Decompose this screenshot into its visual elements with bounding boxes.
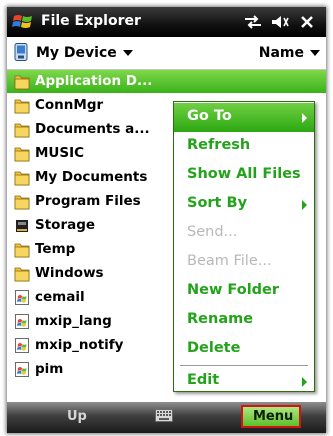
menu-softkey[interactable]: Menu [241, 405, 301, 428]
location-label: My Device [36, 45, 117, 61]
folder-icon [14, 145, 30, 162]
menu-item-delete[interactable]: Delete [174, 335, 314, 364]
menu-item-go-to[interactable]: Go To [174, 103, 314, 132]
menu-item-sort-by[interactable]: Sort By [174, 190, 314, 219]
menu-item-label: Edit [187, 372, 220, 388]
volume-icon[interactable] [270, 15, 290, 29]
file-name: mxip_lang [35, 313, 112, 329]
folder-icon [14, 169, 30, 186]
windows-file-icon [14, 337, 30, 354]
menu-item-label: Go To [187, 108, 232, 124]
context-menu: Go To Refresh Show All Files Sort By Send...… [173, 101, 315, 392]
menu-item-label: Rename [187, 311, 254, 327]
menu-item-new-folder[interactable]: New Folder [174, 277, 314, 306]
menu-item-edit[interactable]: Edit [174, 367, 314, 396]
app-title: File Explorer [41, 13, 141, 29]
menu-item-label: New Folder [187, 282, 280, 298]
menu-item-label: Show All Files [187, 166, 301, 182]
file-name: Temp [35, 241, 76, 257]
chevron-right-icon [302, 377, 307, 387]
file-name: My Documents [35, 169, 148, 185]
folder-icon [14, 97, 30, 114]
menu-item-show-all-files[interactable]: Show All Files [174, 161, 314, 190]
folder-icon [14, 241, 30, 258]
menu-item-rename[interactable]: Rename [174, 306, 314, 335]
file-name: Program Files [35, 193, 141, 209]
file-name: mxip_notify [35, 337, 124, 353]
menu-softkey-label: Menu [253, 409, 294, 424]
soft-key-bar: Up Menu [7, 402, 326, 433]
windows-file-icon [14, 313, 30, 330]
file-name: ConnMgr [35, 97, 104, 113]
file-name: MUSIC [35, 145, 85, 161]
start-logo-icon[interactable] [12, 11, 34, 33]
windows-file-icon [14, 361, 30, 378]
file-name: pim [35, 361, 64, 377]
menu-item-send: Send... [174, 219, 314, 248]
connectivity-icon[interactable] [243, 15, 263, 29]
keyboard-icon[interactable] [155, 409, 173, 422]
folder-icon [14, 73, 30, 90]
folder-icon [14, 265, 30, 282]
location-dropdown[interactable]: My Device [36, 45, 133, 61]
menu-item-label: Beam File... [187, 253, 272, 269]
file-name: Documents a... [35, 121, 150, 137]
file-name: Windows [35, 265, 104, 281]
title-bar: File Explorer [7, 7, 326, 37]
windows-file-icon [14, 289, 30, 306]
menu-item-label: Delete [187, 340, 241, 356]
device-icon [14, 43, 28, 61]
file-name: Storage [35, 217, 96, 233]
menu-item-label: Refresh [187, 137, 251, 153]
sort-dropdown[interactable]: Name [259, 45, 320, 61]
sort-label: Name [258, 45, 304, 61]
file-list-item[interactable]: Application D... [7, 70, 326, 93]
device-screen: File Explorer My Device Name Application… [7, 7, 326, 433]
chevron-down-icon [310, 50, 320, 56]
menu-item-refresh[interactable]: Refresh [174, 132, 314, 161]
folder-icon [14, 121, 30, 138]
menu-separator [180, 365, 308, 366]
up-softkey[interactable]: Up [67, 409, 87, 424]
location-bar: My Device Name [7, 37, 326, 70]
menu-item-label: Sort By [187, 195, 248, 211]
chevron-right-icon [302, 200, 307, 210]
chevron-down-icon [122, 50, 133, 56]
close-icon[interactable] [300, 15, 314, 29]
file-name: cemail [35, 289, 85, 305]
menu-item-label: Send... [187, 224, 238, 240]
folder-icon [14, 193, 30, 210]
menu-item-beam-file: Beam File... [174, 248, 314, 277]
chevron-right-icon [302, 113, 307, 123]
file-name: Application D... [35, 73, 153, 89]
storage-card-icon [14, 217, 30, 234]
